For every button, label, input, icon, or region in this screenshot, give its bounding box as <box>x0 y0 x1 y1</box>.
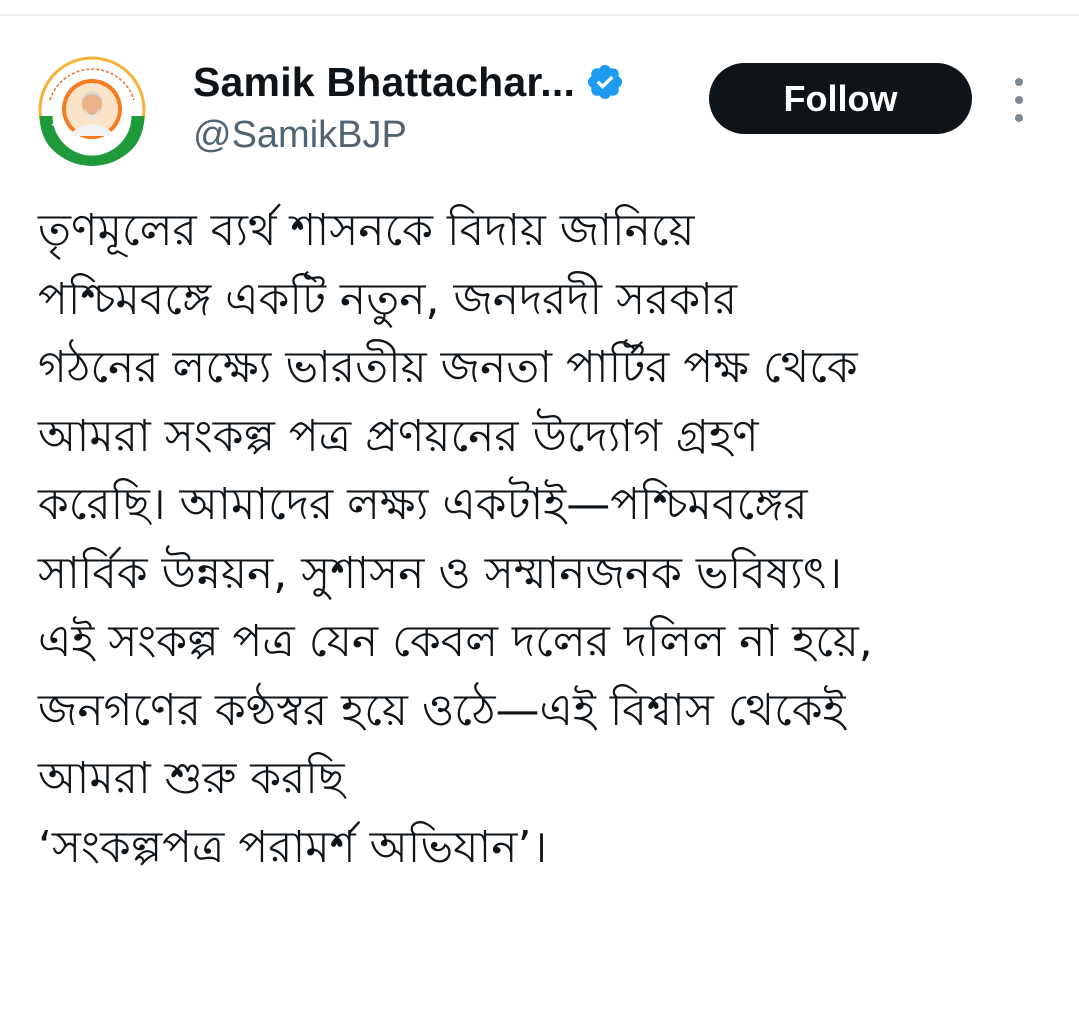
tweet-text-line: জনগণের কণ্ঠস্বর হয়ে ওঠে—এই বিশ্বাস থেকে… <box>38 684 846 736</box>
tweet-text-line: ‘সংকল্পপত্র পরামর্শ অভিযান’। <box>38 821 548 873</box>
tweet-text-line: এই সংকল্প পত্র যেন কেবল দলের দলিল না হয়… <box>38 616 873 667</box>
author-display-name[interactable]: Samik Bhattachar... <box>193 59 575 106</box>
tweet-text: তৃণমূলের ব্যর্থ শাসনকে বিদায় জানিয়ে পশ… <box>38 197 1068 882</box>
author-handle[interactable]: @SamikBJP <box>193 114 625 157</box>
tweet-text-line: করেছি। আমাদের লক্ষ্য একটাই—পশ্চিমবঙ্গের <box>38 479 808 530</box>
more-vertical-icon[interactable] <box>1004 78 1034 122</box>
author-avatar[interactable] <box>36 54 148 166</box>
verified-badge-icon[interactable] <box>585 62 625 102</box>
tweet-text-line: আমরা শুরু করছি <box>38 753 345 804</box>
author-info: Samik Bhattachar... @SamikBJP <box>193 56 625 157</box>
follow-button[interactable]: Follow <box>709 63 972 134</box>
tweet-text-line: পশ্চিমবঙ্গে একটি নতুন, জনদরদী সরকার <box>38 273 738 325</box>
tweet: Samik Bhattachar... @SamikBJP Follow তৃণ… <box>0 0 1079 1017</box>
tweet-text-line: গঠনের লক্ষ্যে ভারতীয় জনতা পার্টির পক্ষ … <box>38 342 858 393</box>
tweet-text-line: সার্বিক উন্নয়ন, সুশাসন ও সম্মানজনক ভবিষ… <box>38 547 843 599</box>
tweet-text-line: তৃণমূলের ব্যর্থ শাসনকে বিদায় জানিয়ে <box>38 205 695 256</box>
more-dot <box>1015 96 1023 104</box>
name-row: Samik Bhattachar... <box>193 56 625 108</box>
profile-photo-icon <box>36 54 148 166</box>
more-dot <box>1015 78 1023 86</box>
tweet-text-line: আমরা সংকল্প পত্র প্রণয়নের উদ্যোগ গ্রহণ <box>38 410 759 462</box>
more-dot <box>1015 114 1023 122</box>
